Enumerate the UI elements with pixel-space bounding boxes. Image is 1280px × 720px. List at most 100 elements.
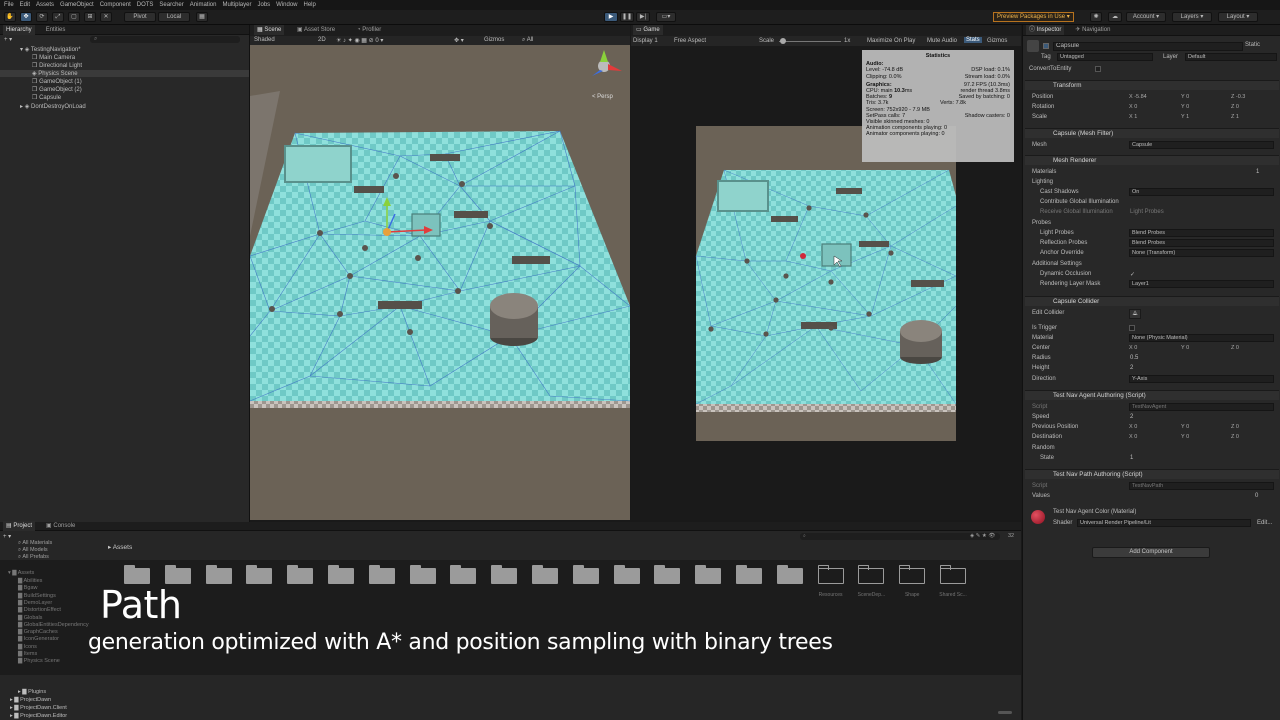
tab-project[interactable]: ▤ Project: [3, 521, 36, 531]
cast-shadows-dropdown[interactable]: On: [1129, 188, 1274, 196]
tree-folder[interactable]: ▸ ▇ ProjectDawn.Editor: [10, 713, 67, 719]
rotation-z[interactable]: Z 0: [1231, 104, 1239, 110]
preview-packages-button[interactable]: Preview Packages in Use ▾: [993, 12, 1074, 22]
layers-dropdown[interactable]: Layers ▾: [1172, 12, 1212, 22]
tab-scene[interactable]: ▦ Scene: [254, 25, 285, 35]
rotate-tool-icon[interactable]: ⟳: [36, 12, 48, 22]
dest-z[interactable]: Z 0: [1231, 434, 1239, 440]
layout-dropdown[interactable]: Layout ▾: [1218, 12, 1258, 22]
menu-searcher[interactable]: Searcher: [159, 2, 183, 8]
random-label[interactable]: Random: [1032, 445, 1055, 451]
hierarchy-dont-destroy[interactable]: ▸ ◈ DontDestroyOnLoad: [20, 103, 86, 110]
breadcrumb[interactable]: ▸ Assets: [108, 543, 132, 551]
tree-folder[interactable]: ▸ ▇ ProjectDawn: [10, 697, 51, 703]
lighting-label[interactable]: Lighting: [1032, 179, 1053, 185]
scene-gizmos-dropdown[interactable]: Gizmos: [484, 37, 504, 43]
scale-z[interactable]: Z 1: [1231, 114, 1239, 120]
menu-help[interactable]: Help: [304, 2, 316, 8]
project-filter-icons[interactable]: ◈ ✎ ★ 👁: [970, 533, 995, 539]
tab-entities[interactable]: Entities: [43, 25, 69, 35]
tab-navigation[interactable]: ✈ Navigation: [1072, 25, 1113, 35]
menu-dots[interactable]: DOTS: [137, 2, 154, 8]
mesh-renderer-header[interactable]: Mesh Renderer: [1025, 155, 1279, 165]
values-label[interactable]: Values: [1032, 493, 1050, 499]
add-component-button[interactable]: Add Component: [1092, 547, 1210, 558]
radius-value[interactable]: 0.5: [1130, 355, 1138, 361]
mesh-filter-header[interactable]: Capsule (Mesh Filter): [1025, 128, 1279, 138]
grid-snap-icon[interactable]: ▦: [196, 12, 208, 22]
dest-y[interactable]: Y 0: [1181, 434, 1189, 440]
menu-jobs[interactable]: Jobs: [257, 2, 270, 8]
menu-gameobject[interactable]: GameObject: [60, 2, 94, 8]
direction-dropdown[interactable]: Y-Axis: [1129, 375, 1274, 383]
prev-pos-z[interactable]: Z 0: [1231, 424, 1239, 430]
rotation-x[interactable]: X 0: [1129, 104, 1137, 110]
layer-dropdown[interactable]: Default: [1185, 53, 1277, 61]
cloud-icon[interactable]: ☁: [1108, 12, 1122, 22]
transform-header[interactable]: Transform: [1025, 80, 1279, 90]
menu-component[interactable]: Component: [100, 2, 131, 8]
center-y[interactable]: Y 0: [1181, 345, 1189, 351]
position-x[interactable]: X -5.84: [1129, 94, 1147, 100]
collider-material-field[interactable]: None (Physic Material): [1129, 334, 1274, 342]
pivot-toggle[interactable]: Pivot: [124, 12, 156, 22]
convert-checkbox[interactable]: [1095, 66, 1101, 72]
favorite-models[interactable]: ⌕ All Models: [18, 547, 48, 554]
reflection-probes-dropdown[interactable]: Blend Probes: [1129, 239, 1274, 247]
dest-x[interactable]: X 0: [1129, 434, 1137, 440]
nav-path-header[interactable]: Test Nav Path Authoring (Script): [1025, 469, 1279, 479]
capsule-collider-header[interactable]: Capsule Collider: [1025, 296, 1279, 306]
scale-tool-icon[interactable]: ⤢: [52, 12, 64, 22]
rect-tool-icon[interactable]: ▢: [68, 12, 80, 22]
transform-tool-icon[interactable]: ⊞: [84, 12, 96, 22]
probes-label[interactable]: Probes: [1032, 220, 1051, 226]
icon-size-slider[interactable]: [998, 711, 1012, 714]
menu-multiplayer[interactable]: Multiplayer: [222, 2, 251, 8]
position-z[interactable]: Z -0.3: [1231, 94, 1245, 100]
scene-search-input[interactable]: ⌕ All: [522, 37, 533, 44]
hand-tool-icon[interactable]: ✋: [4, 12, 16, 22]
anchor-override-field[interactable]: None (Transform): [1129, 249, 1274, 257]
2d-toggle[interactable]: 2D: [318, 37, 326, 43]
pause-button[interactable]: ❚❚: [620, 12, 634, 22]
collab-icon[interactable]: ✺: [1090, 12, 1102, 22]
hierarchy-search-input[interactable]: ⌕: [90, 36, 240, 43]
favorite-materials[interactable]: ⌕ All Materials: [18, 540, 52, 547]
tab-game[interactable]: ▭ Game: [633, 25, 663, 35]
game-gizmos-dropdown[interactable]: Gizmos: [987, 38, 1007, 44]
play-button[interactable]: ▶: [604, 12, 618, 22]
menu-window[interactable]: Window: [276, 2, 297, 8]
aspect-dropdown[interactable]: Free Aspect: [674, 38, 706, 44]
tab-hierarchy[interactable]: Hierarchy: [3, 24, 35, 35]
height-value[interactable]: 2: [1130, 365, 1133, 371]
tab-profiler[interactable]: ◔ Profiler: [354, 25, 384, 35]
light-probes-dropdown[interactable]: Blend Probes: [1129, 229, 1274, 237]
tag-dropdown[interactable]: Untagged: [1057, 53, 1153, 61]
menu-file[interactable]: File: [4, 2, 14, 8]
scene-tool-icons[interactable]: ☀ ♪ ✦ ◉ ▦ ⊘ 0 ▾: [336, 37, 383, 44]
scale-y[interactable]: Y 1: [1181, 114, 1189, 120]
tab-console[interactable]: ▣ Console: [43, 521, 78, 531]
scale-slider-handle[interactable]: [780, 38, 786, 44]
tree-folder[interactable]: ▸ ▇ ProjectDawn.Client: [10, 705, 67, 711]
tab-inspector[interactable]: ⓘ Inspector: [1026, 25, 1065, 35]
step-button[interactable]: ▶|: [636, 12, 650, 22]
rendering-layer-dropdown[interactable]: Layer1: [1129, 280, 1274, 288]
account-dropdown[interactable]: Account ▾: [1126, 12, 1166, 22]
mesh-field[interactable]: Capsule: [1129, 141, 1274, 149]
object-name-input[interactable]: Capsule: [1053, 42, 1243, 51]
menu-animation[interactable]: Animation: [190, 2, 217, 8]
maximize-on-play-toggle[interactable]: Maximize On Play: [867, 38, 915, 44]
nav-agent-header[interactable]: Test Nav Agent Authoring (Script): [1025, 390, 1279, 400]
hierarchy-item-directional-light[interactable]: ❒ Directional Light: [32, 62, 82, 69]
static-toggle[interactable]: Static: [1245, 42, 1260, 48]
center-x[interactable]: X 0: [1129, 345, 1137, 351]
shader-dropdown[interactable]: Universal Render Pipeline/Lit: [1077, 519, 1251, 527]
hierarchy-item-gameobject-2[interactable]: ❒ GameObject (2): [32, 86, 82, 93]
shading-dropdown[interactable]: Shaded: [254, 37, 275, 43]
hierarchy-item-main-camera[interactable]: ❒ Main Camera: [32, 54, 75, 61]
scale-x[interactable]: X 1: [1129, 114, 1137, 120]
hierarchy-add-button[interactable]: + ▾: [4, 36, 12, 43]
shader-edit-button[interactable]: Edit...: [1257, 520, 1272, 526]
prev-pos-y[interactable]: Y 0: [1181, 424, 1189, 430]
